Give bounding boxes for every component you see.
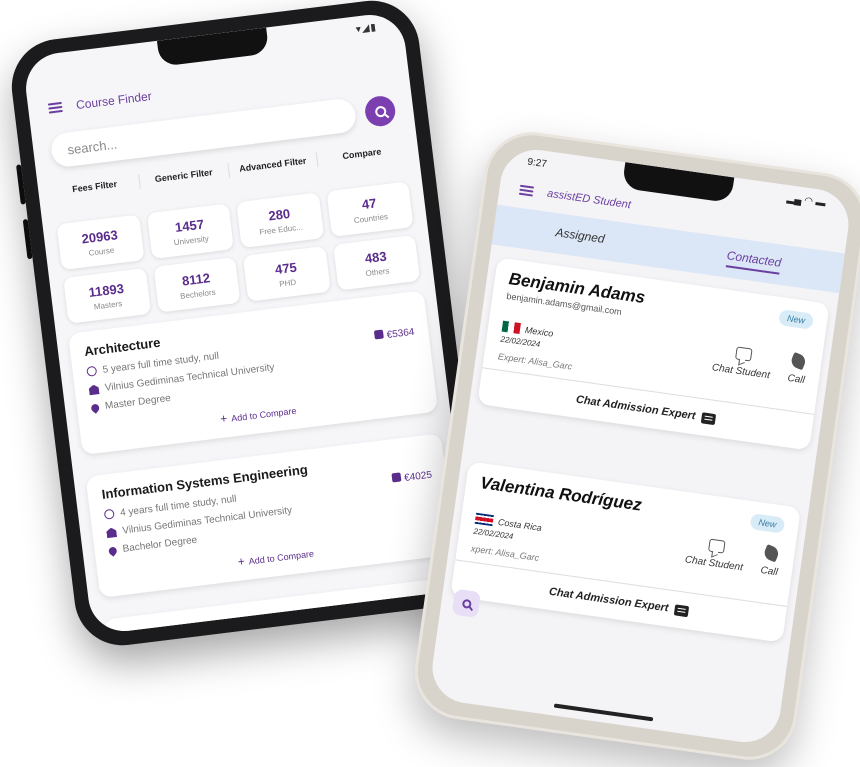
price-value: €4025 (403, 469, 433, 484)
location-pin-icon (89, 402, 101, 414)
chat-bubble-icon (707, 538, 726, 554)
call-label: Call (786, 372, 806, 387)
message-icon (700, 411, 717, 425)
stat-label: Free Educ... (258, 222, 304, 237)
chat-student-button[interactable]: Chat Student (684, 536, 746, 574)
tab-fees-filter[interactable]: Fees Filter (49, 174, 141, 200)
student-meta: Mexico 22/02/2024 (500, 320, 555, 351)
stat-label: Others (364, 265, 390, 278)
course-price: €5364 (374, 326, 415, 343)
stat-value: 8112 (181, 269, 211, 289)
stat-value: 1457 (174, 216, 205, 235)
chat-admission-expert-label: Chat Admission Expert (575, 393, 697, 423)
app-title: Course Finder (75, 88, 153, 113)
stat-card[interactable]: 8112 Bechelors (152, 256, 241, 313)
search-button[interactable] (363, 94, 397, 128)
clock-icon (103, 508, 115, 520)
chat-bubble-icon (734, 346, 753, 362)
stat-value: 47 (360, 194, 378, 212)
tab-generic-filter[interactable]: Generic Filter (138, 163, 230, 189)
stat-card[interactable]: 1457 University (146, 203, 234, 260)
stat-label: Masters (93, 298, 123, 312)
course-finder-phone: ▾◢▮ Course Finder Fees Filter Generic Fi… (6, 0, 488, 651)
stat-label: Countries (353, 211, 389, 225)
notch (156, 27, 270, 67)
status-icons: ▂▄ ◠ ▬ (786, 193, 827, 210)
hamburger-menu-icon[interactable] (518, 184, 535, 197)
student-meta: Costa Rica 22/02/2024 (473, 512, 543, 545)
student-actions: Chat Student Call (684, 535, 781, 579)
mexico-flag-icon (501, 320, 521, 335)
search-icon (461, 598, 472, 609)
course-degree: Bachelor Degree (121, 534, 198, 555)
clock-icon (86, 365, 98, 377)
stat-label: Bechelors (179, 287, 217, 301)
tab-contacted[interactable]: Contacted (725, 247, 783, 275)
stat-label: Course (88, 245, 115, 258)
money-icon (391, 472, 402, 483)
stat-card[interactable]: 11893 Masters (63, 268, 151, 324)
chat-student-label: Chat Student (684, 554, 744, 574)
plus-icon: + (219, 411, 229, 426)
hamburger-menu-icon[interactable] (47, 101, 63, 114)
money-icon (374, 329, 385, 340)
tab-advanced-filter[interactable]: Advanced Filter (227, 152, 319, 179)
app-title: assistED Student (546, 187, 632, 212)
call-label: Call (759, 564, 779, 579)
tab-assigned[interactable]: Assigned (554, 225, 606, 249)
stat-label: PHD (278, 277, 297, 289)
stat-card[interactable]: 475 PHD (242, 245, 331, 302)
stat-card[interactable]: 483 Others (332, 234, 421, 291)
message-icon (673, 603, 690, 617)
stat-value: 475 (274, 259, 298, 277)
stat-value: 20963 (80, 226, 119, 246)
stat-label: University (173, 233, 210, 247)
app-bar: assistED Student (518, 184, 632, 212)
stat-card[interactable]: 47 Countries (326, 181, 414, 238)
add-to-compare-label: Add to Compare (230, 405, 297, 424)
university-icon (88, 384, 99, 395)
costa-rica-flag-icon (474, 512, 494, 527)
volume-down-button (22, 218, 33, 260)
chat-admission-expert-label: Chat Admission Expert (548, 585, 670, 615)
course-price: €4025 (391, 469, 433, 486)
assisted-student-phone: 9:27 ▂▄ ◠ ▬ assistED Student Assigned Co… (408, 126, 860, 766)
search-fab-button[interactable] (451, 588, 482, 618)
home-indicator (553, 703, 653, 722)
university-icon (106, 527, 117, 538)
chat-student-button[interactable]: Chat Student (711, 343, 773, 381)
status-time: 9:27 (526, 156, 548, 171)
plus-icon: + (236, 554, 246, 569)
notch (621, 162, 734, 204)
chat-student-label: Chat Student (711, 362, 771, 382)
course-card[interactable]: Information Systems Engineering 4 years … (85, 433, 456, 598)
call-button[interactable]: Call (759, 544, 781, 579)
stat-value: 11893 (87, 280, 125, 300)
phone-icon (789, 352, 808, 371)
student-card: Benjamin Adams benjamin.adams@gmail.com … (477, 257, 830, 451)
student-card: Valentina Rodríguez New Costa Rica 22/02… (450, 461, 801, 643)
status-icons: ▾◢▮ (355, 22, 378, 36)
course-title: Mechanics Engineering (118, 612, 265, 636)
student-actions: Chat Student Call (711, 342, 808, 386)
course-finder-screen: ▾◢▮ Course Finder Fees Filter Generic Fi… (21, 10, 473, 636)
stat-value: 483 (363, 248, 388, 266)
stat-value: 280 (267, 205, 291, 224)
call-button[interactable]: Call (786, 352, 808, 387)
location-pin-icon (107, 544, 119, 557)
search-icon (374, 105, 387, 118)
volume-up-button (16, 164, 26, 205)
phone-icon (762, 544, 781, 563)
stat-card[interactable]: 20963 Course (56, 214, 145, 271)
course-degree: Master Degree (104, 392, 172, 412)
assisted-student-screen: 9:27 ▂▄ ◠ ▬ assistED Student Assigned Co… (427, 145, 854, 747)
stat-card[interactable]: 280 Free Educ... (236, 192, 324, 249)
tab-compare[interactable]: Compare (317, 141, 407, 167)
add-to-compare-label: Add to Compare (248, 548, 315, 567)
country-name: Mexico (524, 324, 555, 339)
price-value: €5364 (386, 326, 416, 342)
